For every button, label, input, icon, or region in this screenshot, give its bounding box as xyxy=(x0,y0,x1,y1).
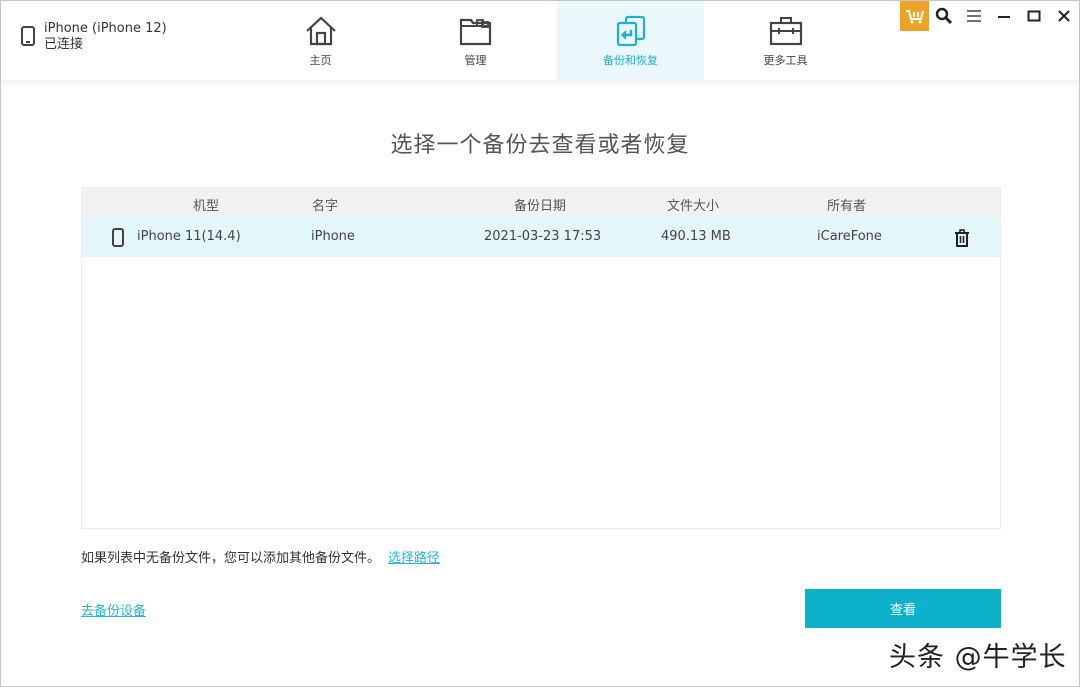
tab-home[interactable]: 主页 xyxy=(247,1,394,81)
top-bar: iPhone (iPhone 12) 已连接 主页 管理 备份和恢复 更多工具 xyxy=(1,1,1079,81)
search-button[interactable] xyxy=(929,1,959,31)
menu-icon xyxy=(967,10,981,22)
tab-backup-restore-label: 备份和恢复 xyxy=(603,54,658,67)
home-icon xyxy=(304,15,338,47)
phone-icon xyxy=(21,26,35,46)
column-header-name: 名字 xyxy=(312,199,339,214)
tab-manage-label: 管理 xyxy=(464,54,487,67)
trash-icon[interactable] xyxy=(954,229,970,247)
page-title: 选择一个备份去查看或者恢复 xyxy=(390,133,690,158)
backup-device-link[interactable]: 去备份设备 xyxy=(81,600,146,619)
app-window: iPhone (iPhone 12) 已连接 主页 管理 备份和恢复 更多工具 … xyxy=(0,0,1080,687)
tab-more-tools-label: 更多工具 xyxy=(763,54,808,67)
tab-manage[interactable]: 管理 xyxy=(402,1,549,81)
hint-line: 如果列表中无备份文件，您可以添加其他备份文件。 选择路径 xyxy=(81,547,440,566)
table-header: 机型 名字 备份日期 文件大小 所有者 xyxy=(82,188,1000,218)
table-row[interactable]: iPhone 11(14.4) iPhone 2021-03-23 17:53 … xyxy=(82,218,1000,257)
choose-path-link[interactable]: 选择路径 xyxy=(388,551,440,566)
cart-icon xyxy=(905,10,924,24)
view-button[interactable]: 查看 xyxy=(805,589,1001,628)
column-header-date: 备份日期 xyxy=(514,199,567,214)
hint-text: 如果列表中无备份文件，您可以添加其他备份文件。 xyxy=(81,551,381,566)
toolbox-icon xyxy=(769,15,803,47)
column-header-owner: 所有者 xyxy=(827,199,867,214)
maximize-icon xyxy=(1027,10,1041,22)
folder-icon xyxy=(459,15,493,47)
tab-backup-restore[interactable]: 备份和恢复 xyxy=(557,1,704,81)
device-text: iPhone (iPhone 12) 已连接 xyxy=(44,21,167,53)
cell-size: 490.13 MB xyxy=(661,229,731,244)
close-button[interactable] xyxy=(1049,1,1079,31)
backup-restore-icon xyxy=(614,15,648,47)
maximize-button[interactable] xyxy=(1019,1,1049,31)
close-icon xyxy=(1058,10,1070,22)
menu-button[interactable] xyxy=(959,1,989,31)
watermark: 头条 @牛学长 xyxy=(889,642,1067,673)
window-controls xyxy=(900,1,1079,31)
tab-home-label: 主页 xyxy=(309,54,332,67)
cell-owner: iCareFone xyxy=(817,229,882,244)
device-name: iPhone (iPhone 12) xyxy=(44,21,167,36)
minimize-button[interactable] xyxy=(989,1,1019,31)
cell-date: 2021-03-23 17:53 xyxy=(484,229,602,244)
cell-model: iPhone 11(14.4) xyxy=(137,229,241,244)
search-icon xyxy=(935,7,953,25)
cart-button[interactable] xyxy=(900,1,929,31)
column-header-model: 机型 xyxy=(193,199,220,214)
cell-name: iPhone xyxy=(311,229,355,244)
phone-icon xyxy=(112,228,124,247)
tab-more-tools[interactable]: 更多工具 xyxy=(712,1,859,81)
device-info: iPhone (iPhone 12) 已连接 xyxy=(21,21,167,53)
device-status: 已连接 xyxy=(44,37,84,52)
column-header-size: 文件大小 xyxy=(667,199,720,214)
backup-table: 机型 名字 备份日期 文件大小 所有者 iPhone 11(14.4) iPho… xyxy=(81,187,1001,529)
minimize-icon xyxy=(998,16,1010,18)
